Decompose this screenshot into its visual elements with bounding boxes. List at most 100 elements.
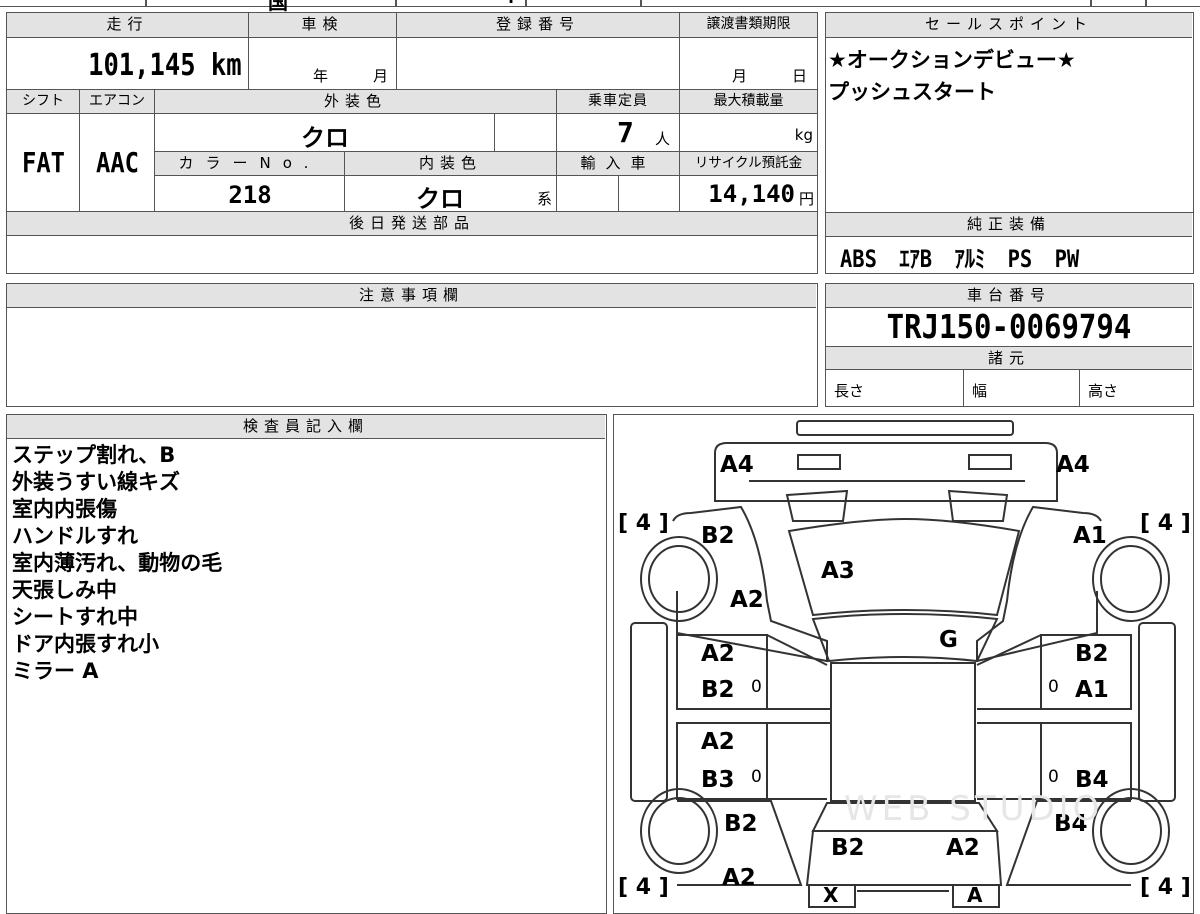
spec-length-cell: 長さ: [826, 370, 964, 406]
label-front-right: A4: [1056, 452, 1090, 478]
later-parts-header: 後日発送部品: [7, 212, 817, 236]
recycle-header: リサイクル預託金: [680, 152, 817, 176]
equipment-item: PS: [1007, 245, 1033, 273]
label-front-left: A4: [720, 452, 754, 478]
interior-color-cell: クロ 系: [345, 176, 557, 213]
tire-rr-value: 4: [1157, 875, 1174, 900]
label-right-front-door-top: B2: [1075, 641, 1109, 667]
shift-header: シフト: [7, 90, 80, 114]
spec-length-label: 長さ: [834, 382, 865, 400]
mileage-cell: 101,145 km: [7, 38, 249, 90]
color-no-cell: 218: [155, 176, 345, 212]
max-load-cell: kg: [680, 114, 817, 152]
tire-fr-value: 4: [1157, 511, 1174, 536]
exterior-color-header: 外装色: [155, 90, 557, 114]
recycle-unit: 円: [798, 190, 814, 208]
aircon-cell: AAC: [80, 114, 155, 212]
aircon-value: AAC: [95, 146, 139, 179]
equipment-item: PW: [1054, 245, 1080, 273]
bottom-right-box-label: A: [967, 883, 983, 907]
interior-suffix: 系: [536, 190, 552, 208]
exterior-color-value: クロ: [301, 124, 349, 152]
spec-height-cell: 高さ: [1080, 370, 1192, 406]
transfer-deadline-cell: 月 日: [680, 38, 817, 90]
spec-height-label: 高さ: [1088, 382, 1119, 400]
equipment-item: ｱﾙﾐ: [954, 245, 986, 273]
transfer-deadline-header: 譲渡書類期限: [680, 13, 817, 38]
deadline-month-unit: 月: [732, 67, 748, 85]
import-cell-a: [557, 176, 619, 212]
chassis-box: 車台番号 TRJ150-0069794 諸元 長さ 幅 高さ: [825, 283, 1194, 407]
chassis-header: 車台番号: [826, 284, 1192, 308]
vehicle-info-table: 走行 車検 登録番号 譲渡書類期限 101,145 km 年 月 月 日 シフト…: [6, 12, 818, 274]
inspection-month-unit: 月: [373, 67, 389, 85]
max-load-unit: kg: [794, 126, 813, 144]
capacity-cell: 7 人: [557, 114, 680, 152]
capacity-unit: 人: [655, 130, 671, 148]
equipment-header: 純正装備: [826, 213, 1192, 237]
label-left-front-door-bottom: B2: [701, 677, 735, 703]
label-left-rear-door-top: A2: [701, 729, 735, 755]
zero-mark: 0: [751, 767, 762, 787]
tire-fl: [ 4 ]: [618, 511, 669, 536]
shift-cell: FAT: [7, 114, 80, 212]
inspector-note: 室内内張傷: [12, 497, 117, 521]
shift-value: FAT: [21, 146, 65, 179]
equipment-item: ABS: [840, 245, 877, 273]
mileage-value: 101,145 km: [88, 48, 242, 83]
inspector-note: ミラー A: [12, 659, 99, 683]
capacity-header: 乗車定員: [557, 90, 680, 114]
bottom-left-box-label: X: [823, 883, 839, 907]
label-left-fender-low: A2: [730, 587, 764, 613]
inspection-year-unit: 年: [313, 67, 329, 85]
notes-box: 注意事項欄: [6, 283, 818, 407]
divider: [1145, 0, 1147, 7]
divider: [525, 0, 527, 7]
recycle-value: 14,140: [708, 180, 795, 208]
specs-header: 諸元: [826, 346, 1192, 370]
label-rear-left: B2: [831, 835, 865, 861]
inspector-box: 検査員記入欄 ステップ割れ、B 外装うすい線キズ 室内内張傷 ハンドルすれ 室内…: [6, 414, 607, 914]
sales-point-box: セールスポイント ★オークションデビュー★ プッシュスタート: [825, 12, 1194, 214]
sales-point-line-2: プッシュスタート: [828, 80, 996, 104]
divider: [395, 0, 397, 7]
label-hood: A3: [821, 558, 855, 584]
zero-mark: 0: [1048, 677, 1059, 697]
aircon-header: エアコン: [80, 90, 155, 114]
interior-color-value: クロ: [416, 185, 464, 213]
recycle-cell: 14,140 円: [680, 176, 817, 212]
tire-fr: [ 4 ]: [1140, 511, 1191, 536]
inspector-note: ドア内張すれ小: [12, 632, 159, 656]
inspector-note: ハンドルすれ: [12, 524, 138, 548]
spec-width-cell: 幅: [964, 370, 1080, 406]
inspector-note: シートすれ中: [12, 605, 138, 629]
tire-rr: [ 4 ]: [1140, 875, 1191, 900]
label-rear-right: A2: [946, 835, 980, 861]
deadline-day-unit: 日: [792, 67, 808, 85]
label-left-rear-bottom: A2: [722, 865, 756, 891]
inspector-note: 外装うすい線キズ: [12, 470, 180, 494]
label-left-front-door-top: A2: [701, 641, 735, 667]
inspector-header: 検査員記入欄: [7, 415, 605, 439]
equipment-box: 純正装備 ABS ｴｱB ｱﾙﾐ PS PW: [825, 212, 1194, 274]
tire-rl-value: 4: [635, 875, 652, 900]
max-load-header: 最大積載量: [680, 90, 817, 114]
sales-point-line-1: ★オークションデビュー★: [828, 48, 1076, 72]
registration-cell: [397, 38, 680, 90]
inspector-note: ステップ割れ、B: [12, 443, 176, 467]
label-left-front-fender: B2: [701, 523, 735, 549]
sales-point-header: セールスポイント: [826, 13, 1192, 38]
import-cell-b: [619, 176, 680, 212]
spec-width-label: 幅: [972, 382, 988, 400]
cropped-mark: .: [508, 0, 514, 7]
label-right-front-door-bottom: A1: [1075, 677, 1109, 703]
notes-header: 注意事項欄: [7, 284, 816, 308]
registration-header: 登録番号: [397, 13, 680, 38]
inspection-cell: 年 月: [249, 38, 397, 90]
tire-rl: [ 4 ]: [618, 875, 669, 900]
top-cropped-row: [0, 0, 1200, 7]
label-windshield: G: [939, 627, 958, 653]
chassis-value: TRJ150-0069794: [886, 307, 1132, 346]
interior-color-header: 内装色: [345, 152, 557, 176]
exterior-color-cell: クロ: [155, 114, 495, 152]
